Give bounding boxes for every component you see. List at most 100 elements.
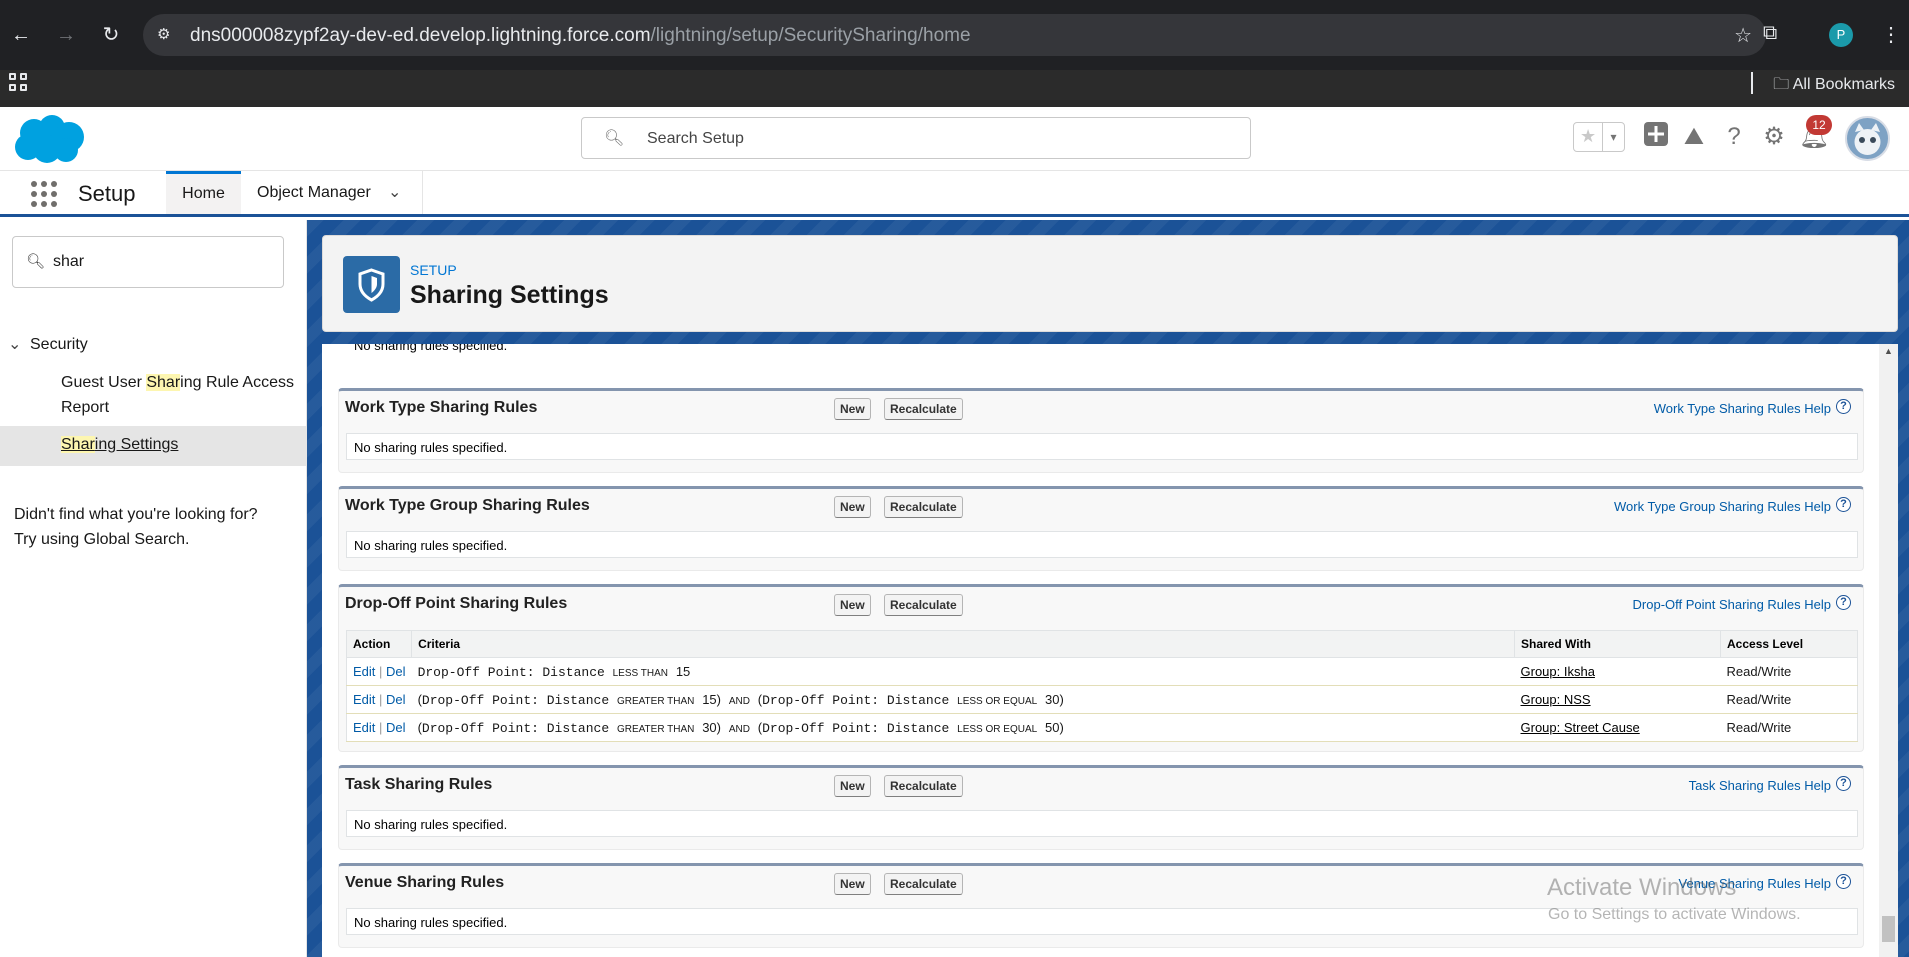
column-header-action: Action: [346, 630, 413, 658]
table-row: Edit | Del Drop-Off Point: Distance LESS…: [346, 657, 1858, 686]
help-question-icon[interactable]: ?: [1836, 497, 1851, 512]
scrollbar-thumb[interactable]: [1882, 916, 1895, 942]
back-icon[interactable]: ←: [6, 20, 36, 50]
section-title: Drop-Off Point Sharing Rules: [345, 595, 568, 612]
chevron-down-icon[interactable]: ⌄: [8, 334, 30, 354]
column-header-shared-with: Shared With: [1514, 630, 1721, 658]
trailhead-guidance-icon[interactable]: ⛰: [1678, 121, 1710, 153]
activate-windows-watermark: Activate Windows: [1547, 874, 1737, 901]
criteria-cell: Drop-Off Point: Distance LESS THAN 15: [411, 657, 1515, 686]
shared-with-group-link[interactable]: Group: Iksha: [1521, 664, 1595, 679]
access-level-cell: Read/Write: [1720, 657, 1858, 686]
user-avatar[interactable]: [1845, 116, 1890, 161]
nav-divider: [422, 171, 423, 214]
help-icon[interactable]: ?: [1718, 121, 1750, 153]
sharing-settings-content[interactable]: No sharing rules specified. Work Type Sh…: [322, 344, 1898, 957]
tab-home[interactable]: Home: [166, 171, 241, 214]
new-rule-button[interactable]: New: [834, 496, 871, 518]
app-launcher-icon[interactable]: [31, 181, 57, 207]
help-question-icon[interactable]: ?: [1836, 776, 1851, 791]
table-row: Edit | Del (Drop-Off Point: Distance GRE…: [346, 685, 1858, 714]
favorites-button[interactable]: ★ ▾: [1573, 122, 1625, 152]
page-title: Sharing Settings: [410, 281, 609, 309]
search-icon: 🔍︎: [604, 130, 625, 147]
reload-icon[interactable]: ↻: [96, 20, 126, 50]
shield-icon: [343, 256, 400, 313]
tab-object-manager[interactable]: Object Manager: [257, 184, 371, 202]
menu-kebab-icon[interactable]: ⋮: [1881, 22, 1901, 47]
criteria-cell: (Drop-Off Point: Distance GREATER THAN 3…: [411, 713, 1515, 742]
edit-link[interactable]: Edit: [353, 692, 375, 707]
new-rule-button[interactable]: New: [834, 775, 871, 797]
section-title: Venue Sharing Rules: [345, 874, 505, 891]
delete-link[interactable]: Del: [386, 692, 406, 707]
extensions-icon[interactable]: ⧉: [1763, 22, 1777, 45]
recalculate-button[interactable]: Recalculate: [884, 594, 963, 616]
salesforce-cloud-logo[interactable]: [12, 113, 86, 165]
search-setup-input[interactable]: 🔍︎ Search Setup: [581, 117, 1251, 159]
folder-icon: 🗀: [1773, 76, 1790, 93]
browser-toolbar: ← → ↻ ⚙ dns000008zypf2ay-dev-ed.develop.…: [0, 0, 1909, 70]
site-info-icon[interactable]: ⚙: [157, 25, 177, 45]
delete-link[interactable]: Del: [386, 664, 406, 679]
section-work-type-group-sharing-rules: Work Type Group Sharing Rules New Recalc…: [338, 486, 1864, 571]
table-header-row: Action Criteria Shared With Access Level: [346, 630, 1858, 658]
help-link[interactable]: Drop-Off Point Sharing Rules Help: [1633, 597, 1831, 612]
activate-windows-hint: Go to Settings to activate Windows.: [1548, 906, 1801, 923]
section-task-sharing-rules: Task Sharing Rules New Recalculate Task …: [338, 765, 1864, 850]
column-header-access-level: Access Level: [1720, 630, 1858, 658]
help-link[interactable]: Task Sharing Rules Help: [1689, 778, 1831, 793]
help-question-icon[interactable]: ?: [1836, 399, 1851, 414]
column-header-criteria: Criteria: [411, 630, 1515, 658]
scroll-up-arrow-icon[interactable]: ▲: [1884, 346, 1893, 356]
help-question-icon[interactable]: ?: [1836, 595, 1851, 610]
setup-gear-icon[interactable]: ⚙: [1758, 121, 1790, 153]
sidebar-item-sharing-settings[interactable]: Sharing Settings: [61, 436, 178, 454]
bookmark-star-icon[interactable]: ☆: [1734, 23, 1752, 48]
empty-rules-message: No sharing rules specified.: [346, 433, 1858, 460]
bookmarks-separator: [1751, 72, 1753, 94]
page-eyebrow: SETUP: [410, 262, 457, 278]
content-scrollbar[interactable]: ▲: [1879, 344, 1898, 957]
recalculate-button[interactable]: Recalculate: [884, 496, 963, 518]
address-bar[interactable]: ⚙ dns000008zypf2ay-dev-ed.develop.lightn…: [143, 14, 1766, 56]
recalculate-button[interactable]: Recalculate: [884, 873, 963, 895]
global-actions-plus-icon[interactable]: [1640, 121, 1672, 153]
shared-with-group-link[interactable]: Group: Street Cause: [1521, 720, 1640, 735]
profile-avatar[interactable]: P: [1829, 23, 1853, 47]
forward-icon[interactable]: →: [51, 20, 81, 50]
favorites-star-icon: ★: [1580, 126, 1597, 146]
delete-link[interactable]: Del: [386, 720, 406, 735]
page-header: SETUP Sharing Settings: [322, 235, 1898, 332]
url-text[interactable]: dns000008zypf2ay-dev-ed.develop.lightnin…: [190, 25, 971, 47]
access-level-cell: Read/Write: [1720, 685, 1858, 714]
not-found-hint: Didn't find what you're looking for? Try…: [14, 506, 258, 548]
new-rule-button[interactable]: New: [834, 873, 871, 895]
all-bookmarks-folder[interactable]: 🗀 All Bookmarks: [1773, 73, 1895, 100]
help-link[interactable]: Work Type Sharing Rules Help: [1654, 401, 1831, 416]
setup-sidebar: 🔍︎ shar ⌄ Security Guest User Sharing Rul…: [0, 220, 307, 957]
help-question-icon[interactable]: ?: [1836, 874, 1851, 889]
edit-link[interactable]: Edit: [353, 664, 375, 679]
chevron-down-icon[interactable]: ⌄: [388, 182, 401, 202]
help-link[interactable]: Work Type Group Sharing Rules Help: [1614, 499, 1831, 514]
previous-section-empty-text: No sharing rules specified.: [354, 344, 508, 353]
bookmarks-bar: [0, 70, 1909, 107]
apps-grid-icon[interactable]: [9, 73, 29, 93]
recalculate-button[interactable]: Recalculate: [884, 775, 963, 797]
recalculate-button[interactable]: Recalculate: [884, 398, 963, 420]
sidebar-item-guest-user-sharing-report[interactable]: Guest User Sharing Rule Access Report: [61, 370, 301, 420]
tree-node-security[interactable]: ⌄ Security: [8, 334, 88, 354]
context-nav-bar: Setup Home Object Manager ⌄: [0, 171, 1909, 217]
notification-count-badge: 12: [1806, 115, 1832, 135]
shared-with-group-link[interactable]: Group: NSS: [1521, 692, 1591, 707]
access-level-cell: Read/Write: [1720, 713, 1858, 742]
table-row: Edit | Del (Drop-Off Point: Distance GRE…: [346, 713, 1858, 742]
edit-link[interactable]: Edit: [353, 720, 375, 735]
favorites-dropdown-icon[interactable]: ▾: [1602, 123, 1624, 151]
empty-rules-message: No sharing rules specified.: [346, 531, 1858, 558]
new-rule-button[interactable]: New: [834, 594, 871, 616]
section-drop-off-point-sharing-rules: Drop-Off Point Sharing Rules New Recalcu…: [338, 584, 1864, 752]
quick-find-input[interactable]: 🔍︎ shar: [12, 236, 284, 288]
new-rule-button[interactable]: New: [834, 398, 871, 420]
